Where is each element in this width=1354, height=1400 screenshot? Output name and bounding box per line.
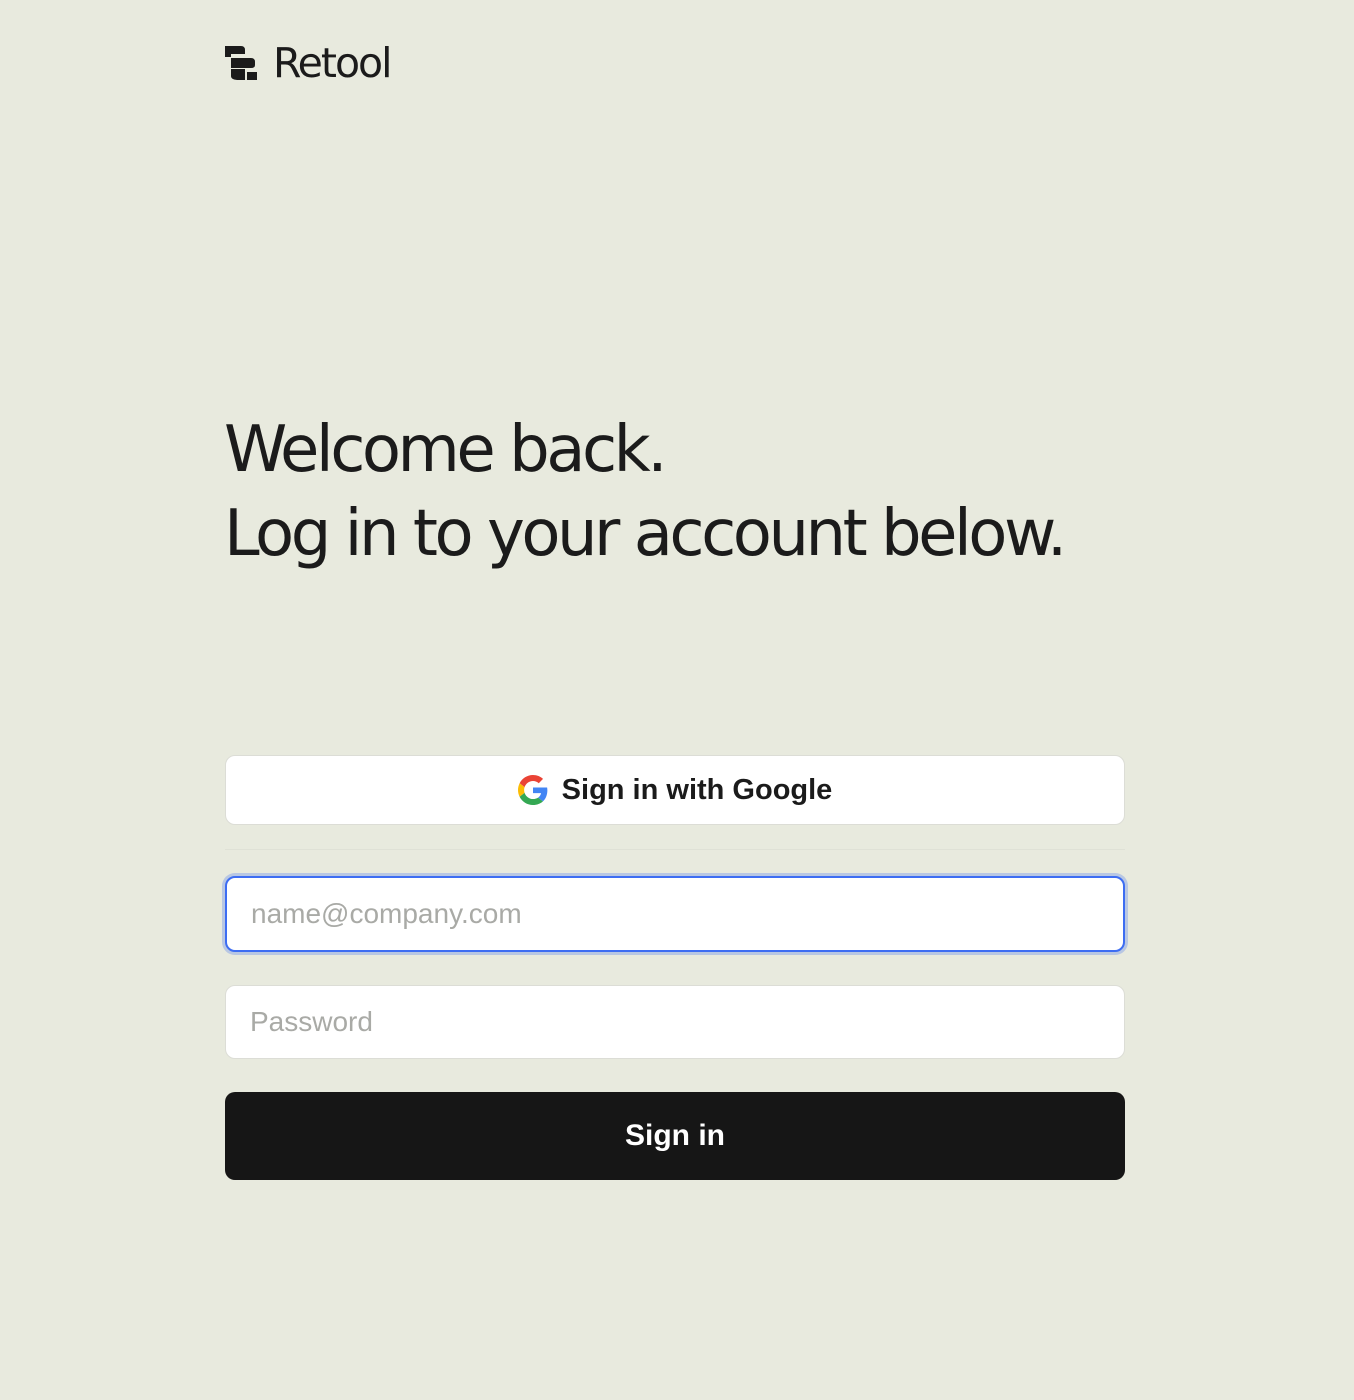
google-sign-in-button[interactable]: Sign in with Google bbox=[225, 755, 1125, 825]
headline-line-2: Log in to your account below. bbox=[224, 497, 1067, 571]
google-icon bbox=[517, 775, 548, 805]
headline-line-1: Welcome back. bbox=[224, 413, 668, 487]
page-title: Welcome back. Log in to your account bel… bbox=[224, 408, 1067, 576]
google-button-label: Sign in with Google bbox=[561, 773, 833, 806]
email-field[interactable] bbox=[225, 876, 1125, 952]
retool-logo-icon bbox=[225, 46, 257, 80]
sign-in-button[interactable]: Sign in bbox=[225, 1092, 1125, 1180]
divider bbox=[225, 849, 1125, 850]
retool-logo[interactable]: Retool bbox=[225, 39, 393, 87]
brand-name: Retool bbox=[273, 39, 393, 87]
login-form: Sign in with Google Sign in bbox=[225, 755, 1125, 1180]
password-field[interactable] bbox=[225, 985, 1125, 1059]
sign-in-button-label: Sign in bbox=[625, 1119, 725, 1152]
